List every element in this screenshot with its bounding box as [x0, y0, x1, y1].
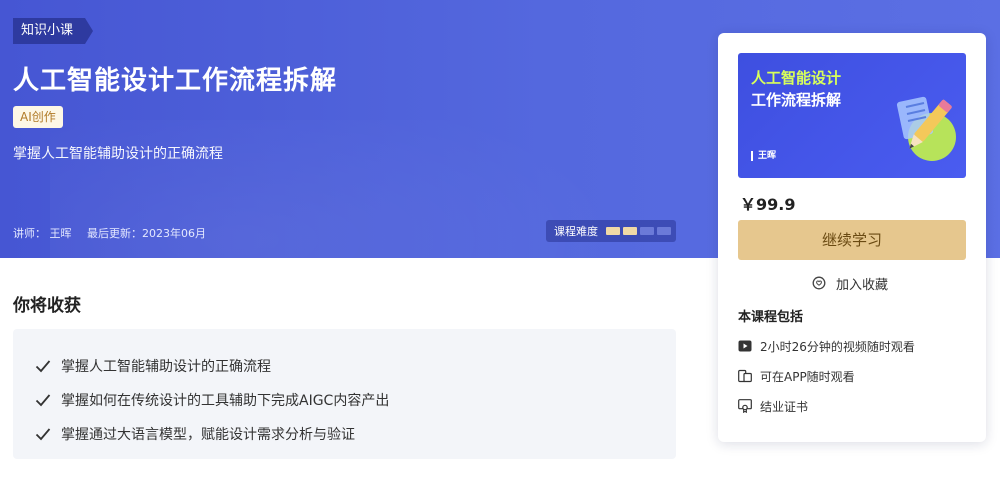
gain-item: 掌握如何在传统设计的工具辅助下完成AIGC内容产出 [35, 383, 676, 417]
include-item-text: 结业证书 [760, 399, 809, 414]
include-item: 2小时26分钟的视频随时观看 [738, 337, 915, 355]
course-meta: 讲师： 王晖 最后更新：2023年06月 [13, 225, 218, 241]
gains-list: 掌握人工智能辅助设计的正确流程 掌握如何在传统设计的工具辅助下完成AIGC内容产… [13, 329, 676, 459]
gain-item-text: 掌握人工智能辅助设计的正确流程 [61, 359, 271, 375]
gains-section-title: 你将收获 [13, 296, 81, 316]
course-cover-image[interactable]: 人工智能设计 工作流程拆解 王晖 [738, 53, 966, 178]
gain-item: 掌握通过大语言模型，赋能设计需求分析与验证 [35, 417, 676, 451]
favorite-label: 加入收藏 [836, 277, 889, 293]
cover-title: 人工智能设计 工作流程拆解 [751, 67, 841, 111]
certificate-icon [738, 399, 752, 413]
check-icon [35, 393, 53, 407]
include-item-text: 2小时26分钟的视频随时观看 [760, 339, 915, 354]
include-item-text: 可在APP随时观看 [760, 369, 855, 384]
difficulty-bar [606, 227, 620, 235]
course-price: ￥99.9 [740, 195, 796, 214]
difficulty-bar [640, 227, 654, 235]
check-icon [35, 359, 53, 373]
updated-text: 最后更新：2023年06月 [87, 227, 206, 240]
instructor-text[interactable]: 讲师： 王晖 [13, 227, 72, 240]
difficulty-bar [623, 227, 637, 235]
devices-icon [738, 369, 752, 383]
favorite-icon [812, 276, 826, 290]
cover-title-line2: 工作流程拆解 [751, 91, 842, 109]
category-tag[interactable]: 知识小课 [13, 18, 93, 44]
video-icon [738, 340, 752, 352]
continue-learning-button[interactable]: 继续学习 [738, 220, 966, 260]
topic-badge[interactable]: AI创作 [13, 106, 63, 128]
purchase-card: 人工智能设计 工作流程拆解 王晖 ￥99.9 继续学习 加入收藏 本课程包括 2… [718, 33, 986, 442]
pencil-ruler-illustration [886, 89, 966, 173]
cover-title-line1: 人工智能设计 [751, 69, 842, 87]
check-icon [35, 427, 53, 441]
course-subtitle: 掌握人工智能辅助设计的正确流程 [13, 146, 223, 162]
add-favorite-button[interactable]: 加入收藏 [812, 273, 888, 293]
include-item: 可在APP随时观看 [738, 367, 855, 385]
difficulty-label: 课程难度 [554, 225, 598, 238]
difficulty-indicator: 课程难度 [546, 220, 676, 242]
includes-title: 本课程包括 [738, 310, 804, 325]
gain-item-text: 掌握如何在传统设计的工具辅助下完成AIGC内容产出 [61, 393, 390, 409]
gain-item: 掌握人工智能辅助设计的正确流程 [35, 349, 676, 383]
cover-author: 王晖 [751, 151, 776, 161]
gain-item-text: 掌握通过大语言模型，赋能设计需求分析与验证 [61, 427, 355, 443]
include-item: 结业证书 [738, 397, 808, 415]
difficulty-bar [657, 227, 671, 235]
course-title: 人工智能设计工作流程拆解 [13, 66, 338, 96]
